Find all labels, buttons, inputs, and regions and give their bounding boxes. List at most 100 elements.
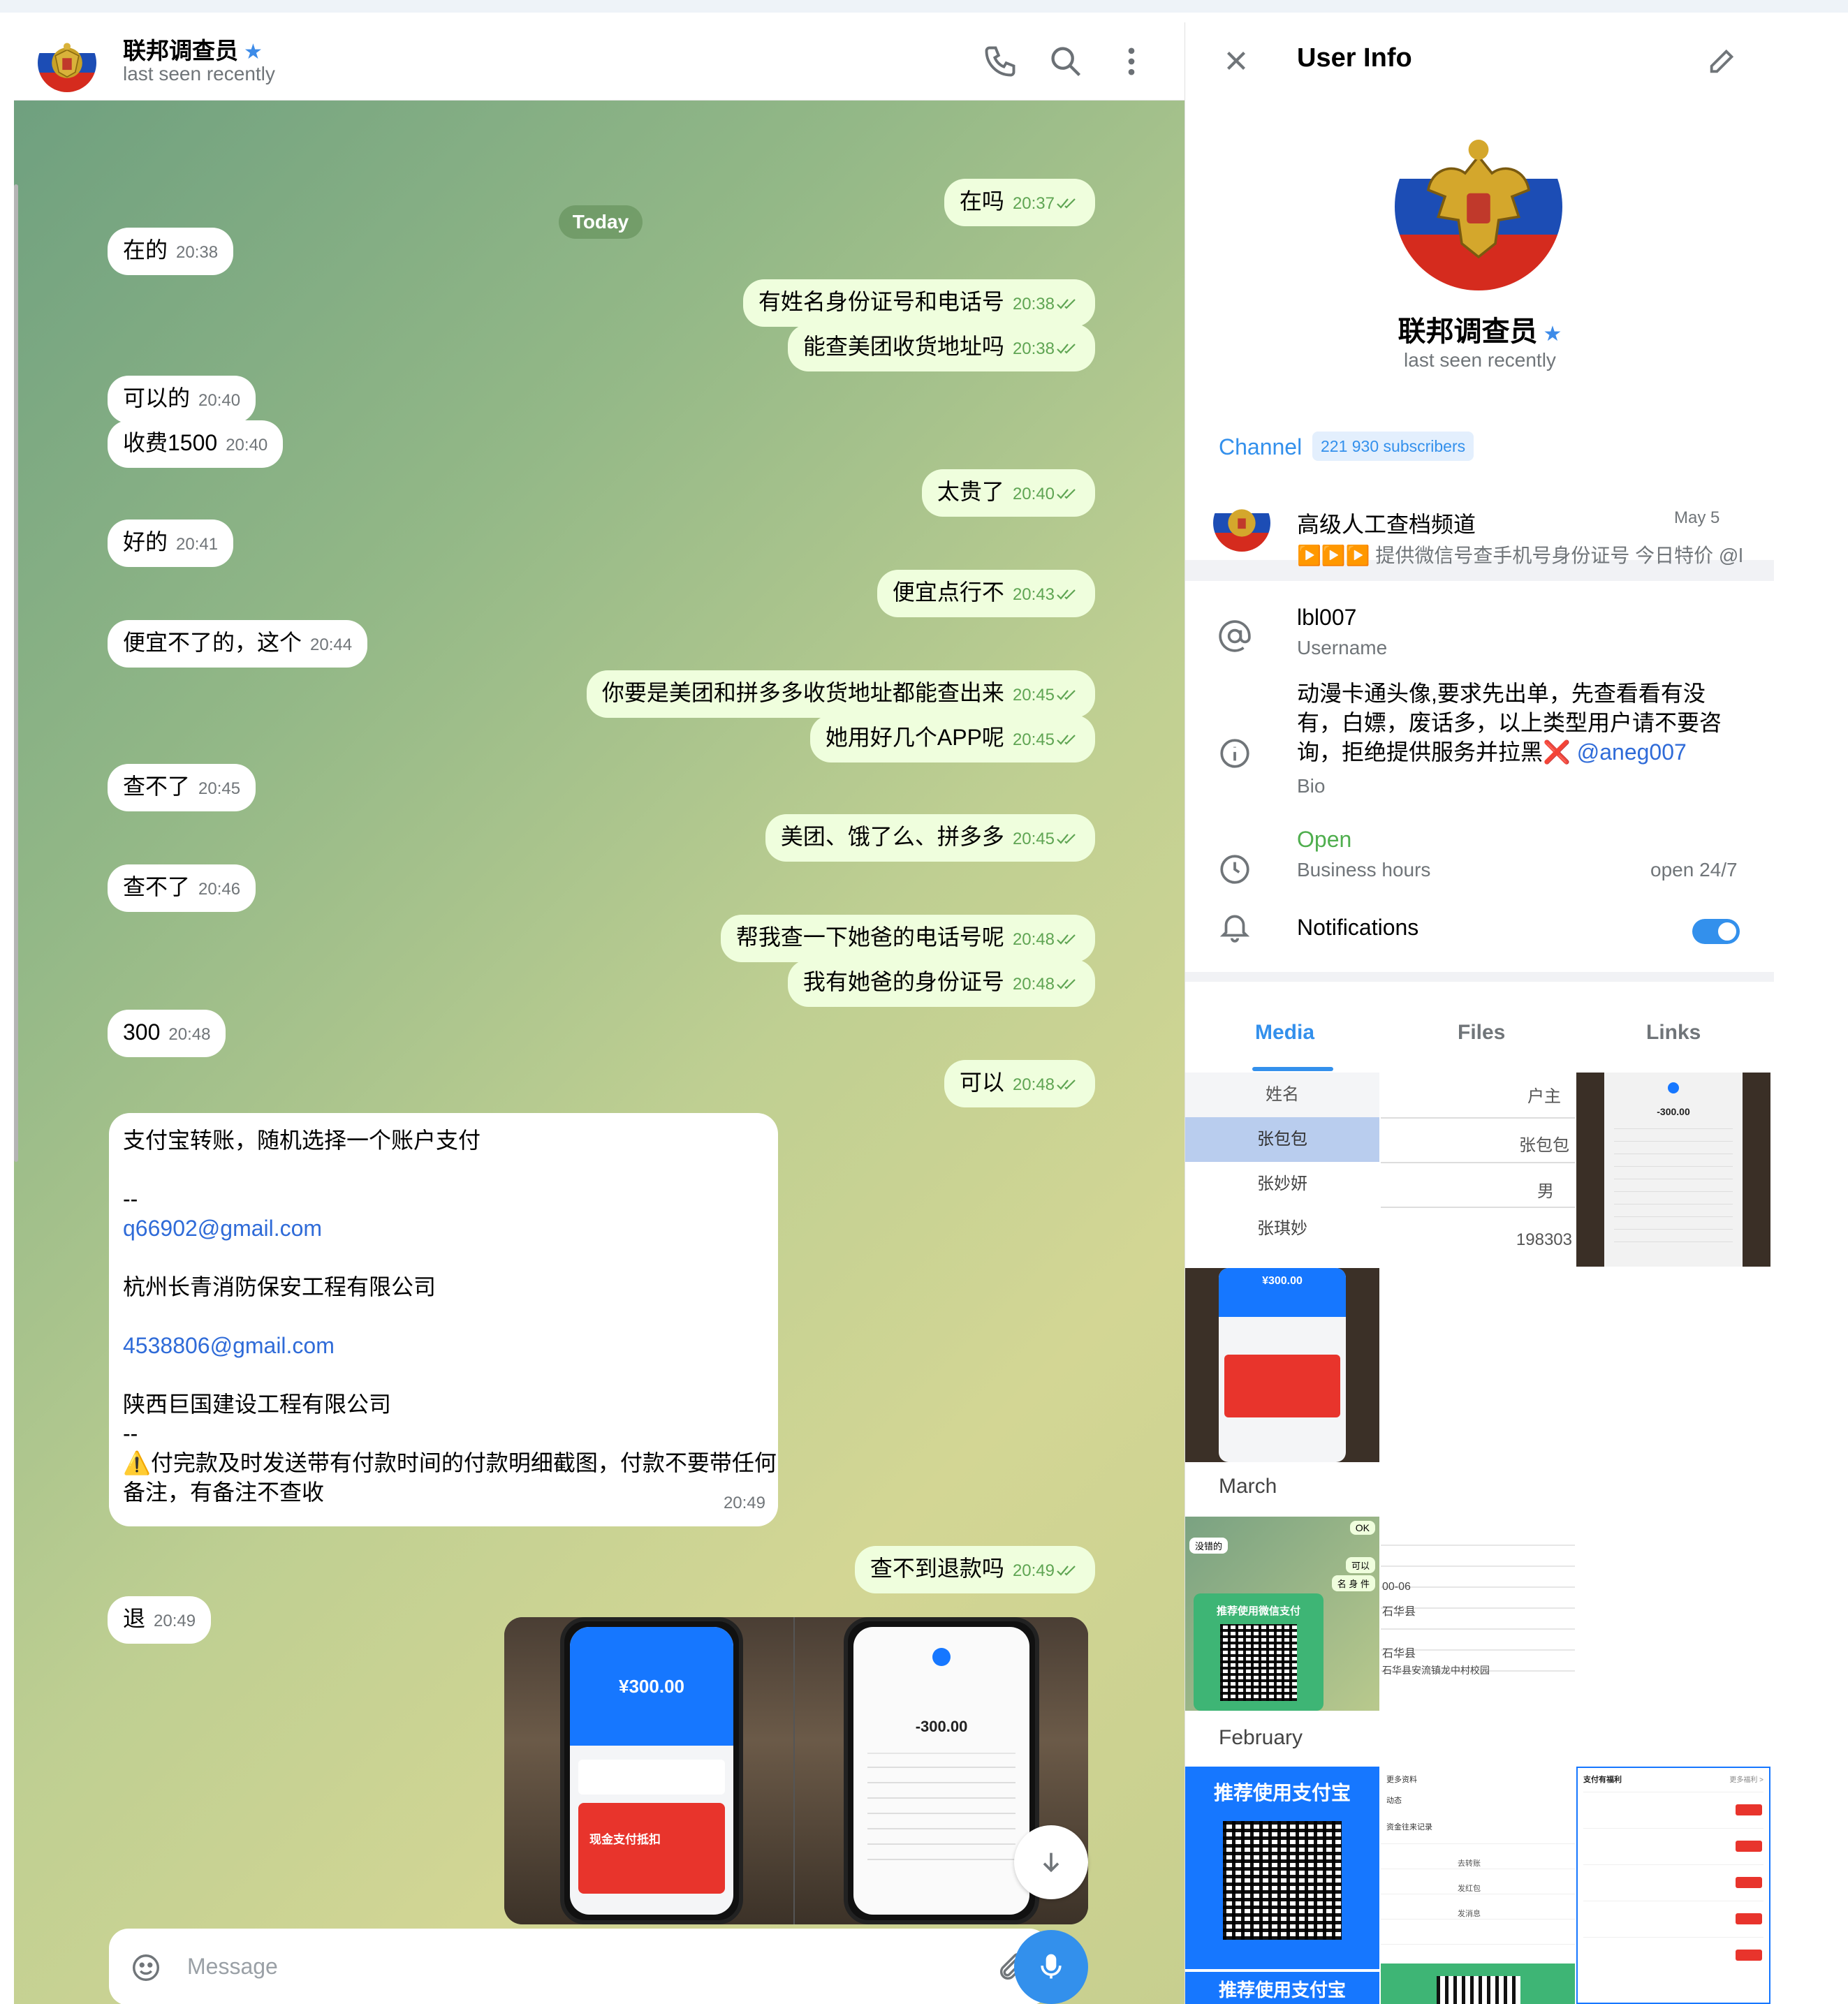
more-vertical-icon[interactable] xyxy=(1113,43,1150,80)
double-check-icon xyxy=(1057,489,1076,499)
message-bubble[interactable]: 查不了 20:45 xyxy=(108,764,256,811)
tab-indicator xyxy=(1252,1067,1333,1071)
tab-files[interactable]: Files xyxy=(1458,1021,1505,1045)
coat-of-arms-icon xyxy=(52,43,82,78)
close-icon[interactable] xyxy=(1220,45,1252,77)
message-composer[interactable]: Message xyxy=(109,1929,1049,2004)
profile-avatar[interactable] xyxy=(1395,123,1562,290)
message-bubble[interactable]: 可以 20:48 xyxy=(944,1060,1095,1107)
channel-date: May 5 xyxy=(1674,508,1720,527)
message-bubble[interactable]: 美团、饿了么、拼多多 20:45 xyxy=(765,814,1095,862)
premium-star-icon: ★ xyxy=(1543,323,1562,346)
photo-transfer-success[interactable]: ¥300.00 现金支付抵扣 xyxy=(504,1617,793,1924)
panel-title: User Info xyxy=(1297,43,1412,73)
clock-icon xyxy=(1220,855,1249,884)
message-bubble[interactable]: 查不到退款吗 20:49 xyxy=(854,1546,1095,1593)
search-icon[interactable] xyxy=(1048,43,1084,80)
channel-avatar xyxy=(1213,494,1270,552)
chat-background: Today 在吗 20:37 在的 20:38 有姓名身份证号和电话号 20:38 能… xyxy=(14,101,1185,2004)
message-time: 20:49 xyxy=(723,1494,765,1512)
microphone-icon xyxy=(1041,1954,1062,1979)
info-icon xyxy=(1220,739,1249,768)
message-bubble[interactable]: 便宜点行不 20:43 xyxy=(877,570,1095,617)
double-check-icon xyxy=(1057,934,1076,945)
message-line: 备注，有备注不查收 xyxy=(123,1480,325,1505)
transfer-amount: ¥300.00 xyxy=(619,1676,684,1697)
message-bubble[interactable]: 你要是美团和拼多多收货地址都能查出来 20:45 xyxy=(586,670,1095,718)
media-thumbnail[interactable]: 户主 张包包 男 198303 xyxy=(1381,1073,1575,1267)
double-check-icon xyxy=(1057,299,1076,309)
message-line: -- xyxy=(123,1186,138,1211)
chat-scrollbar[interactable] xyxy=(14,184,18,1162)
username-value[interactable]: lbl007 xyxy=(1297,605,1356,631)
message-line: 支付宝转账，随机选择一个账户支付 xyxy=(123,1128,481,1153)
subscribers-badge: 221 930 subscribers xyxy=(1312,432,1474,461)
business-hours-label: Business hours xyxy=(1297,859,1431,881)
username-label: Username xyxy=(1297,637,1388,658)
media-thumbnail[interactable]: 推荐使用支付宝 推荐使用支付宝 xyxy=(1185,1767,1379,2004)
voice-record-button[interactable] xyxy=(1014,1930,1088,2004)
chat-header: 联邦调查员 ★ last seen recently xyxy=(14,22,1185,101)
message-bubble[interactable]: 她用好几个APP呢 20:45 xyxy=(809,715,1095,762)
message-bubble[interactable]: 收费1500 20:40 xyxy=(108,420,284,468)
double-check-icon xyxy=(1057,344,1076,354)
promo-text: 现金支付抵扣 xyxy=(589,1833,661,1846)
message-bubble[interactable]: 有姓名身份证号和电话号 20:38 xyxy=(742,279,1095,327)
channel-label: Channel xyxy=(1219,434,1303,459)
arrow-down-icon xyxy=(1043,1852,1059,1873)
chat-title[interactable]: 联邦调查员 ★ xyxy=(123,32,263,66)
message-bubble[interactable]: 查不了 20:46 xyxy=(108,864,256,912)
message-bubble[interactable]: 可以的 20:40 xyxy=(108,376,256,423)
message-bubble[interactable]: 能查美团收货地址吗 20:38 xyxy=(787,324,1095,371)
media-thumbnail[interactable]: 姓名 张包包 张妙妍 张琪妙 xyxy=(1185,1073,1379,1267)
message-bubble[interactable]: 在的 20:38 xyxy=(108,228,234,275)
channel-row[interactable]: 高级人工查档频道 May 5 ▶️▶️▶️ 提供微信号查手机号身份证号 今日特价… xyxy=(1185,483,1774,566)
emoji-icon[interactable] xyxy=(130,1952,162,1984)
phone-icon[interactable] xyxy=(982,43,1018,80)
double-check-icon xyxy=(1057,690,1076,700)
media-thumbnail[interactable]: 支付有福利 更多福利 > xyxy=(1576,1767,1770,2004)
month-header-february: February xyxy=(1219,1726,1303,1749)
double-check-icon xyxy=(1057,198,1076,209)
business-hours-status[interactable]: Open xyxy=(1297,827,1351,853)
bio-mention-link[interactable]: @aneg007 xyxy=(1577,739,1687,765)
notifications-toggle[interactable] xyxy=(1692,919,1740,944)
email-link[interactable]: q66902@gmail.com xyxy=(123,1214,764,1243)
double-check-icon xyxy=(1057,1080,1076,1090)
bio-label: Bio xyxy=(1297,775,1326,797)
double-check-icon xyxy=(1057,834,1076,844)
coat-of-arms-icon xyxy=(1426,140,1531,259)
tab-links[interactable]: Links xyxy=(1646,1021,1701,1045)
message-bubble[interactable]: 在吗 20:37 xyxy=(944,179,1095,226)
tab-media[interactable]: Media xyxy=(1255,1021,1314,1045)
message-bubble[interactable]: 退 20:49 xyxy=(108,1596,212,1644)
media-thumbnail[interactable]: OK 没错的 可以 名 身 件 推荐使用微信支付 xyxy=(1185,1517,1379,1711)
channel-preview: ▶️▶️▶️ 提供微信号查手机号身份证号 今日特价 @l... xyxy=(1297,545,1744,566)
message-bubble[interactable]: 便宜不了的，这个 20:44 xyxy=(108,620,368,668)
message-bubble[interactable]: 太贵了 20:40 xyxy=(921,469,1095,517)
chat-avatar[interactable] xyxy=(38,34,96,92)
bill-amount: -300.00 xyxy=(915,1718,968,1735)
message-bubble[interactable]: 我有她爸的身份证号 20:48 xyxy=(787,959,1095,1007)
media-thumbnail[interactable]: 00-06 石华县 石华县 石华县安流镇龙中村校园 xyxy=(1381,1517,1575,1711)
edit-pencil-icon[interactable] xyxy=(1706,45,1738,77)
profile-section: User Info 联邦调查员 ★ last seen recently Chan… xyxy=(1185,22,1774,566)
details-section: lbl007 Username 动漫卡通头像,要求先出单，先查看看有没 有，白嫖… xyxy=(1185,581,1774,972)
email-link[interactable]: 4538806@gmail.com xyxy=(123,1331,764,1360)
channel-name: 高级人工查档频道 xyxy=(1297,512,1476,537)
double-check-icon xyxy=(1057,979,1076,989)
payment-instructions-message[interactable]: 支付宝转账，随机选择一个账户支付 -- q66902@gmail.com 杭州长… xyxy=(109,1113,778,1526)
bell-icon xyxy=(1219,915,1250,943)
media-thumbnail[interactable]: ¥300.00 xyxy=(1185,1268,1379,1462)
message-input[interactable]: Message xyxy=(187,1954,278,1980)
page-margin xyxy=(1774,22,1848,2004)
message-bubble[interactable]: 300 20:48 xyxy=(108,1010,226,1057)
message-line: -- xyxy=(123,1421,138,1446)
media-thumbnail[interactable]: 更多资料 动态 资金往来记录 去转账 发红包 发消息 xyxy=(1381,1767,1575,2004)
message-bubble[interactable]: 好的 20:41 xyxy=(108,520,234,567)
media-thumbnail[interactable]: -300.00 xyxy=(1576,1073,1770,1267)
scroll-to-bottom-button[interactable] xyxy=(1014,1825,1088,1899)
double-check-icon xyxy=(1057,589,1076,600)
photo-album[interactable]: ¥300.00 现金支付抵扣 -300.00 xyxy=(504,1617,1088,1924)
message-bubble[interactable]: 帮我查一下她爸的电话号呢 20:48 xyxy=(720,915,1095,962)
